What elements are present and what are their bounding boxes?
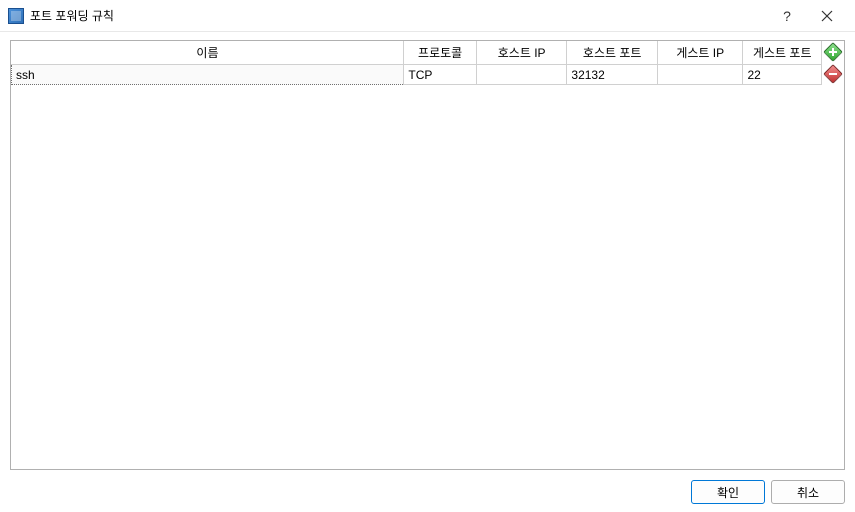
side-buttons <box>822 41 844 469</box>
cell-name[interactable]: ssh <box>12 65 404 85</box>
col-header-host-ip[interactable]: 호스트 IP <box>476 41 567 65</box>
cell-guest-port[interactable]: 22 <box>743 65 822 85</box>
rules-table-wrap: 이름 프로토콜 호스트 IP 호스트 포트 게스트 IP 게스트 포트 ssh … <box>11 41 822 469</box>
content-panel: 이름 프로토콜 호스트 IP 호스트 포트 게스트 IP 게스트 포트 ssh … <box>10 40 845 470</box>
help-button[interactable]: ? <box>767 2 807 30</box>
dialog-footer: 확인 취소 <box>691 480 845 504</box>
cell-protocol[interactable]: TCP <box>404 65 476 85</box>
col-header-protocol[interactable]: 프로토콜 <box>404 41 476 65</box>
col-header-guest-ip[interactable]: 게스트 IP <box>657 41 743 65</box>
remove-rule-button[interactable] <box>824 65 842 83</box>
cell-host-ip[interactable] <box>476 65 567 85</box>
table-row[interactable]: ssh TCP 32132 22 <box>12 65 822 85</box>
minus-icon <box>823 64 843 84</box>
titlebar: 포트 포워딩 규칙 ? <box>0 0 855 32</box>
plus-icon <box>823 42 843 62</box>
close-icon <box>821 10 833 22</box>
cancel-button[interactable]: 취소 <box>771 480 845 504</box>
col-header-name[interactable]: 이름 <box>12 41 404 65</box>
app-icon <box>8 8 24 24</box>
add-rule-button[interactable] <box>824 43 842 61</box>
ok-button[interactable]: 확인 <box>691 480 765 504</box>
cell-host-port[interactable]: 32132 <box>567 65 658 85</box>
close-button[interactable] <box>807 2 847 30</box>
cell-guest-ip[interactable] <box>657 65 743 85</box>
rules-table: 이름 프로토콜 호스트 IP 호스트 포트 게스트 IP 게스트 포트 ssh … <box>11 41 822 85</box>
window-title: 포트 포워딩 규칙 <box>30 7 767 24</box>
col-header-host-port[interactable]: 호스트 포트 <box>567 41 658 65</box>
table-header-row: 이름 프로토콜 호스트 IP 호스트 포트 게스트 IP 게스트 포트 <box>12 41 822 65</box>
col-header-guest-port[interactable]: 게스트 포트 <box>743 41 822 65</box>
